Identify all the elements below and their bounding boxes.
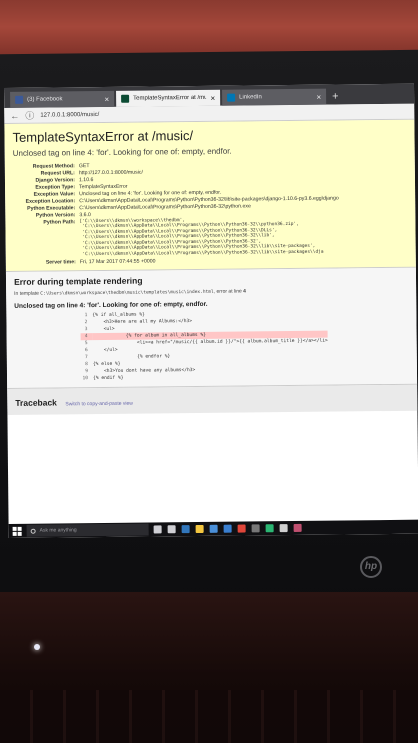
meta-label: Python Executable: bbox=[27, 204, 76, 212]
tab-django-error[interactable]: TemplateSyntaxError at /music/ × bbox=[116, 89, 221, 107]
line-number: 10 bbox=[82, 376, 89, 382]
info-icon[interactable]: ⓘ bbox=[25, 109, 34, 122]
template-error-heading: Error during template rendering bbox=[13, 275, 143, 288]
hp-logo: hp bbox=[360, 556, 382, 578]
meta-label: Request Method: bbox=[32, 162, 75, 170]
url-text[interactable]: 127.0.0.1:8000/music/ bbox=[40, 112, 99, 119]
meta-label: Python Version: bbox=[35, 211, 76, 219]
cortana-icon bbox=[30, 528, 36, 534]
pycharm-icon[interactable] bbox=[265, 524, 274, 533]
template-error-section: Error during template rendering In templ… bbox=[5, 267, 418, 390]
traceback-heading: Traceback bbox=[15, 397, 57, 409]
file-explorer-icon[interactable] bbox=[195, 524, 204, 534]
meta-label: Exception Type: bbox=[35, 183, 76, 191]
meta-label: Exception Location: bbox=[25, 197, 76, 205]
error-line-number: 4 bbox=[243, 288, 246, 295]
template-path: C:\Users\dkmsn\workspace\thedbm\music\te… bbox=[40, 289, 214, 297]
traceback-section: Traceback Switch to copy-and-paste view bbox=[7, 384, 418, 416]
meta-label: Python Path: bbox=[43, 218, 76, 226]
cmd-icon[interactable] bbox=[251, 524, 260, 533]
mic-icon[interactable] bbox=[153, 525, 162, 534]
meta-label: Request URL: bbox=[40, 169, 75, 177]
switch-view-link[interactable]: Switch to copy-and-paste view bbox=[65, 401, 133, 408]
back-icon[interactable]: ← bbox=[10, 110, 19, 120]
tab-facebook[interactable]: (3) Facebook × bbox=[10, 90, 115, 108]
meta-label: Server time: bbox=[45, 258, 76, 266]
tab-label: TemplateSyntaxError at /music/ bbox=[133, 94, 207, 102]
page-title: TemplateSyntaxError at /music/ bbox=[12, 128, 194, 145]
app-icon[interactable] bbox=[279, 524, 288, 533]
meta-label: Exception Value: bbox=[33, 190, 76, 198]
template-location: In template C:\Users\dkmsn\workspace\the… bbox=[14, 288, 246, 298]
django-icon bbox=[121, 94, 130, 103]
error-message: Unclosed tag on line 4: 'for'. Looking f… bbox=[12, 146, 232, 158]
close-icon[interactable]: × bbox=[210, 93, 215, 102]
template-source: 1 {% if all_albums %} 2 <h3>Here are all … bbox=[80, 310, 328, 383]
error-summary: TemplateSyntaxError at /music/ Unclosed … bbox=[4, 119, 416, 273]
template-error-message: Unclosed tag on line 4: 'for'. Looking f… bbox=[14, 301, 208, 311]
close-icon[interactable]: × bbox=[316, 92, 321, 101]
edge-icon[interactable] bbox=[181, 525, 190, 534]
app-icon-2[interactable] bbox=[293, 523, 302, 532]
facebook-icon bbox=[15, 95, 24, 104]
cortana-search[interactable]: Ask me anything bbox=[26, 523, 149, 537]
mail-icon[interactable] bbox=[223, 524, 232, 533]
request-meta-table: Request Method: GET Request URL: http://1… bbox=[13, 159, 408, 266]
python-path-value: ['C:\\Users\\dkmsn\\workspace\\thedbm', … bbox=[79, 217, 324, 258]
power-led bbox=[34, 644, 40, 650]
linkedin-icon bbox=[227, 93, 236, 102]
tab-label: LinkedIn bbox=[239, 94, 262, 101]
task-view-icon[interactable] bbox=[167, 525, 176, 534]
keyboard bbox=[0, 690, 418, 743]
windows-start-icon[interactable] bbox=[12, 526, 22, 536]
python-path-row: Python Path: ['C:\\Users\\dkmsn\\workspa… bbox=[13, 215, 407, 259]
screen: (3) Facebook × TemplateSyntaxError at /m… bbox=[4, 83, 418, 538]
close-icon[interactable]: × bbox=[104, 94, 109, 103]
source-line: 10 {% endif %} bbox=[81, 373, 328, 383]
chrome-icon[interactable] bbox=[237, 524, 246, 533]
tab-linkedin[interactable]: LinkedIn × bbox=[222, 88, 327, 106]
meta-label: Django Version: bbox=[35, 176, 75, 184]
search-placeholder: Ask me anything bbox=[39, 527, 77, 534]
new-tab-button[interactable]: + bbox=[332, 90, 339, 102]
tab-label: (3) Facebook bbox=[27, 96, 63, 103]
store-icon[interactable] bbox=[209, 524, 218, 533]
